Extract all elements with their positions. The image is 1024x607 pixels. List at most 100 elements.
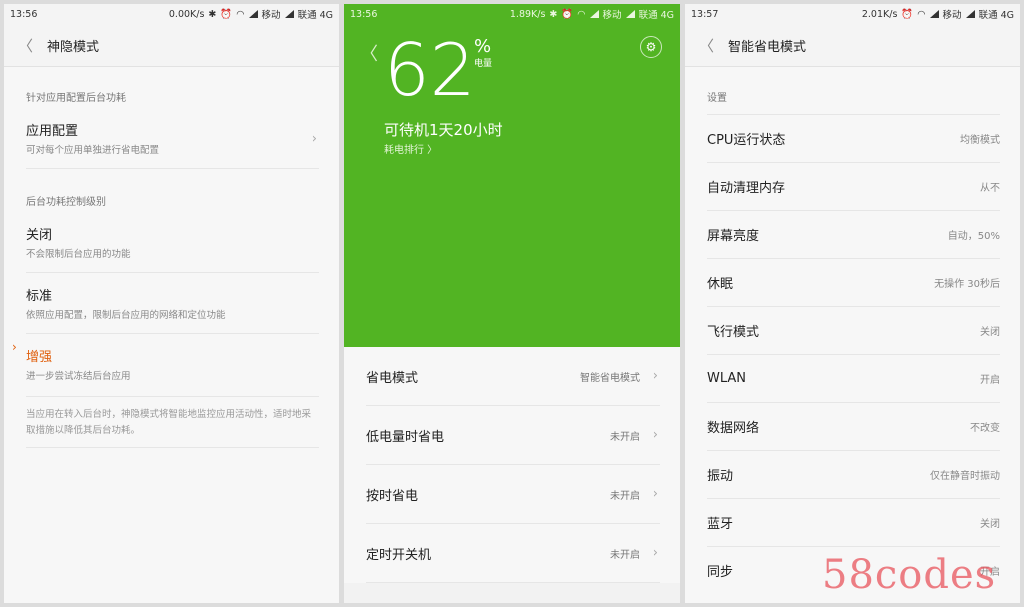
item-value: 不改变: [970, 423, 1000, 434]
level-standard[interactable]: 标准 依照应用配置，限制后台应用的网络和定位功能: [26, 273, 319, 334]
setting-memory-cleanup[interactable]: 自动清理内存 从不: [707, 163, 1000, 211]
item-label: CPU运行状态: [707, 133, 786, 148]
section-label: 设置: [707, 67, 1000, 115]
standby-time: 可待机1天20小时: [384, 121, 503, 139]
alarm-icon: ⏰: [220, 8, 233, 20]
bluetooth-icon: ✱: [208, 8, 217, 20]
signal-icon-2: [625, 10, 635, 18]
back-icon[interactable]: 〈: [699, 35, 714, 56]
item-label: 屏幕亮度: [707, 229, 760, 244]
item-title: 增强: [26, 350, 53, 365]
signal-icon: [589, 10, 599, 18]
panel-battery: 13:56 1.89K/s ✱ ⏰ ◠ 移动 联通 4G 〈 62 % 电量 ⚙…: [344, 4, 680, 603]
status-time: 13:57: [691, 8, 719, 20]
power-ranking-link[interactable]: 耗电排行 〉: [384, 141, 437, 156]
list-item[interactable]: 定时开关机 未开启 ›: [366, 524, 660, 583]
back-icon[interactable]: 〈: [18, 35, 33, 56]
network-speed: 1.89K/s: [509, 8, 546, 20]
item-subtitle: 依照应用配置，限制后台应用的网络和定位功能: [26, 310, 226, 321]
item-value: 仅在静音时振动: [930, 471, 1000, 482]
carrier-1: 移动: [942, 10, 962, 21]
panel-smart-power-saving: 13:57 2.01K/s ⏰ ◠ 移动 联通 4G 〈 智能省电模式 设置 C…: [685, 4, 1020, 603]
item-label: 定时开关机: [366, 547, 432, 563]
back-icon[interactable]: 〈: [360, 40, 378, 66]
carrier-2: 联通 4G: [978, 10, 1014, 21]
status-bar: 13:57 2.01K/s ⏰ ◠ 移动 联通 4G: [685, 4, 1020, 24]
item-value: 未开启: [610, 490, 640, 502]
item-label: 按时省电: [366, 488, 419, 504]
item-title: 关闭: [26, 228, 53, 243]
page-header: 〈 神隐模式: [4, 24, 339, 67]
item-label: 省电模式: [366, 370, 419, 386]
wifi-icon: ◠: [917, 8, 926, 20]
list-item[interactable]: 按时省电 未开启 ›: [366, 465, 660, 524]
item-value: 开启: [980, 375, 1000, 386]
item-label: 休眠: [707, 277, 734, 292]
page-title: 神隐模式: [47, 39, 100, 55]
item-label: 蓝牙: [707, 517, 734, 532]
signal-icon: [248, 10, 258, 18]
item-title: 应用配置: [26, 124, 79, 139]
setting-sleep[interactable]: 休眠 无操作 30秒后: [707, 259, 1000, 307]
chevron-right-icon: ›: [652, 486, 658, 502]
selected-indicator-icon: ›: [12, 340, 17, 354]
level-enhanced[interactable]: › 增强 进一步尝试冻结后台应用: [12, 334, 319, 396]
setting-mobile-data[interactable]: 数据网络 不改变: [707, 403, 1000, 451]
list-item[interactable]: 低电量时省电 未开启 ›: [366, 406, 660, 465]
item-value: 未开启: [610, 431, 640, 443]
setting-wlan[interactable]: WLAN 开启: [707, 355, 1000, 403]
battery-summary: 13:56 1.89K/s ✱ ⏰ ◠ 移动 联通 4G 〈 62 % 电量 ⚙…: [344, 4, 680, 347]
item-value: 关闭: [980, 519, 1000, 530]
status-time: 13:56: [350, 8, 378, 20]
chevron-right-icon: ›: [652, 368, 658, 384]
carrier-2: 联通 4G: [297, 10, 333, 21]
watermark: 58codes: [822, 552, 997, 598]
battery-options-list: 省电模式 智能省电模式 › 低电量时省电 未开启 › 按时省电 未开启 › 定时…: [344, 347, 680, 583]
status-time: 13:56: [10, 8, 38, 20]
section-label: 后台功耗控制级别: [26, 197, 106, 208]
carrier-1: 移动: [602, 10, 622, 21]
battery-label: 电量: [474, 59, 493, 69]
item-label: 自动清理内存: [707, 181, 786, 196]
item-label: 振动: [707, 469, 734, 484]
setting-cpu[interactable]: CPU运行状态 均衡模式: [707, 115, 1000, 163]
item-subtitle: 进一步尝试冻结后台应用: [26, 371, 131, 382]
carrier-1: 移动: [261, 10, 281, 21]
network-speed: 0.00K/s: [168, 8, 205, 20]
alarm-icon: ⏰: [561, 8, 574, 20]
page-header: 〈 智能省电模式: [685, 24, 1020, 67]
item-value: 关闭: [980, 327, 1000, 338]
section-label: 针对应用配置后台功耗: [26, 93, 126, 104]
item-value: 智能省电模式: [580, 372, 640, 384]
chevron-right-icon: ›: [311, 131, 317, 147]
wifi-icon: ◠: [577, 8, 586, 20]
network-speed: 2.01K/s: [861, 8, 898, 20]
item-label: 同步: [707, 565, 734, 580]
setting-bluetooth[interactable]: 蓝牙 关闭: [707, 499, 1000, 547]
item-value: 未开启: [610, 549, 640, 561]
chevron-right-icon: ›: [652, 427, 658, 443]
panel-stealth-mode: 13:56 0.00K/s ✱ ⏰ ◠ 移动 联通 4G 〈 神隐模式 针对应用…: [4, 4, 339, 603]
signal-icon-2: [965, 10, 975, 18]
setting-vibration[interactable]: 振动 仅在静音时振动: [707, 451, 1000, 499]
bluetooth-icon: ✱: [549, 8, 558, 20]
setting-airplane-mode[interactable]: 飞行模式 关闭: [707, 307, 1000, 355]
wifi-icon: ◠: [236, 8, 245, 20]
page-title: 智能省电模式: [728, 39, 807, 55]
signal-icon-2: [284, 10, 294, 18]
level-off[interactable]: 关闭 不会限制后台应用的功能: [26, 214, 319, 273]
signal-icon: [929, 10, 939, 18]
description-note: 当应用在转入后台时，神隐模式将智能地监控应用活动性，适时地采取措施以降低其后台功…: [26, 396, 319, 448]
item-title: 标准: [26, 289, 53, 304]
chevron-right-icon: ›: [652, 545, 658, 561]
item-label: WLAN: [707, 371, 747, 386]
app-config-item[interactable]: 应用配置 可对每个应用单独进行省电配置 ›: [26, 110, 319, 169]
item-value: 自动，50%: [947, 231, 1000, 242]
item-label: 低电量时省电: [366, 429, 445, 445]
status-bar: 13:56 1.89K/s ✱ ⏰ ◠ 移动 联通 4G: [344, 4, 680, 24]
item-label: 数据网络: [707, 421, 760, 436]
list-item[interactable]: 省电模式 智能省电模式 ›: [366, 347, 660, 406]
gear-icon[interactable]: ⚙: [640, 36, 662, 58]
setting-brightness[interactable]: 屏幕亮度 自动，50%: [707, 211, 1000, 259]
percent-symbol: %: [474, 36, 492, 57]
